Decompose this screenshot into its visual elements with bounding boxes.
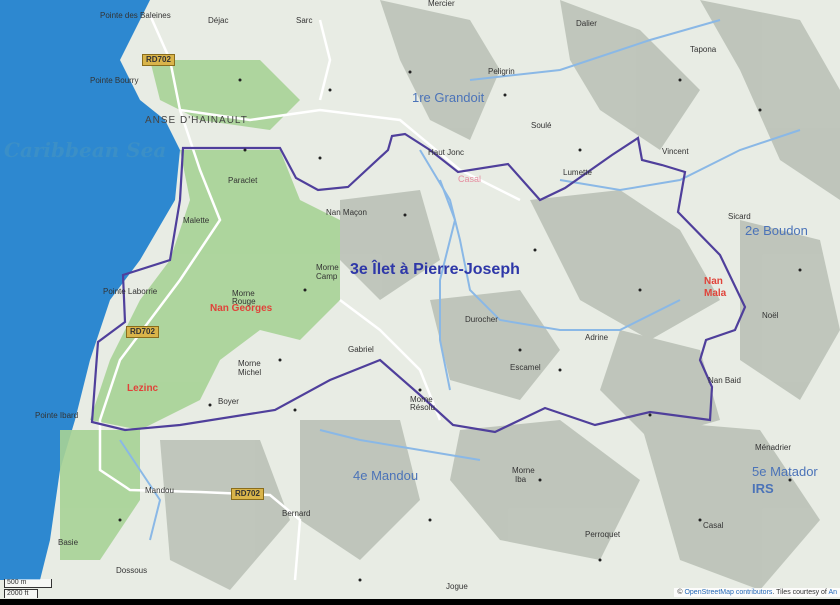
- place-17: Camp: [316, 272, 338, 281]
- bottom-bar: [0, 599, 840, 605]
- place-33: Ménadrier: [755, 443, 792, 452]
- scale-bar: 500 m 2000 ft: [4, 579, 52, 599]
- place-39: Basie: [58, 538, 79, 547]
- place-4: Dalier: [576, 19, 597, 28]
- place-12: Vincent: [662, 147, 689, 156]
- place-9: Paraclet: [228, 176, 258, 185]
- place-0: Pointe des Baleines: [100, 11, 171, 20]
- district-label-4: 5e Matador: [752, 464, 818, 479]
- attribution-tiles: . Tiles courtesy of: [772, 589, 827, 596]
- place-27: Escamel: [510, 363, 541, 372]
- place-36: Mandou: [145, 486, 174, 495]
- place-15: Sicard: [728, 212, 751, 221]
- place-18: Pointe Laborrie: [103, 287, 158, 296]
- place-21: Durocher: [465, 315, 498, 324]
- place-25: Morne: [238, 359, 261, 368]
- district-label-5: IRS: [752, 481, 774, 496]
- tiles-link[interactable]: An: [828, 589, 837, 596]
- scale-imperial: 2000 ft: [4, 589, 38, 598]
- place-22: Noël: [762, 311, 779, 320]
- road-shield-3: RD702: [231, 488, 264, 500]
- place-42: Jogue: [446, 582, 468, 591]
- place-14: Nan Maçon: [326, 208, 367, 217]
- place-20: Rouge: [232, 297, 256, 306]
- place-10: Haut Jonc: [428, 148, 465, 157]
- place-1: Déjac: [208, 16, 229, 25]
- attribution: © OpenStreetMap contributors. Tiles cour…: [674, 588, 840, 597]
- road-shield-1: RD702: [142, 54, 175, 66]
- pink-label: Casal: [458, 174, 482, 184]
- place-5: Tapona: [690, 45, 717, 54]
- place-2: Sarc: [296, 16, 313, 25]
- district-label-3: 4e Mandou: [353, 468, 419, 483]
- place-34: Morne: [512, 466, 535, 475]
- map-title: 3e Îlet à Pierre-Joseph: [350, 261, 520, 278]
- district-label-1: 1re Grandoit: [412, 90, 485, 105]
- place-6: Pointe Bourry: [90, 76, 139, 85]
- attribution-prefix: ©: [677, 589, 683, 596]
- place-7: Peligrin: [488, 67, 515, 76]
- place-40: Perroquet: [585, 530, 621, 539]
- road-shield-2: RD702: [126, 326, 159, 338]
- place-29: Boyer: [218, 397, 239, 406]
- place-8: Soulé: [531, 121, 552, 130]
- town-label: ANSE D'HAINAULT: [145, 115, 248, 126]
- place-13: Malette: [183, 216, 210, 225]
- red-label-2: Lezinc: [127, 383, 159, 394]
- place-16: Morne: [316, 263, 339, 272]
- place-3: Mercier: [428, 0, 455, 8]
- red-label-3: Nan: [704, 276, 723, 287]
- place-32: Résolu: [410, 403, 435, 412]
- red-label-4: Mala: [704, 288, 727, 299]
- place-30: Pointe Ibard: [35, 411, 79, 420]
- scale-metric: 500 m: [4, 579, 52, 588]
- place-28: Nan Baid: [708, 376, 741, 385]
- osm-link[interactable]: OpenStreetMap contributors: [684, 589, 772, 596]
- place-24: Gabriel: [348, 345, 374, 354]
- place-23: Adrine: [585, 333, 609, 342]
- place-41: Dossous: [116, 566, 148, 575]
- sea-label: Caribbean Sea: [4, 138, 167, 162]
- place-38: Bernard: [282, 509, 311, 518]
- place-37: Casal: [703, 521, 724, 530]
- place-26: Michel: [238, 368, 262, 377]
- district-label-2: 2e Boudon: [745, 223, 808, 238]
- place-11: Lumette: [563, 168, 592, 177]
- place-35: Iba: [515, 475, 527, 484]
